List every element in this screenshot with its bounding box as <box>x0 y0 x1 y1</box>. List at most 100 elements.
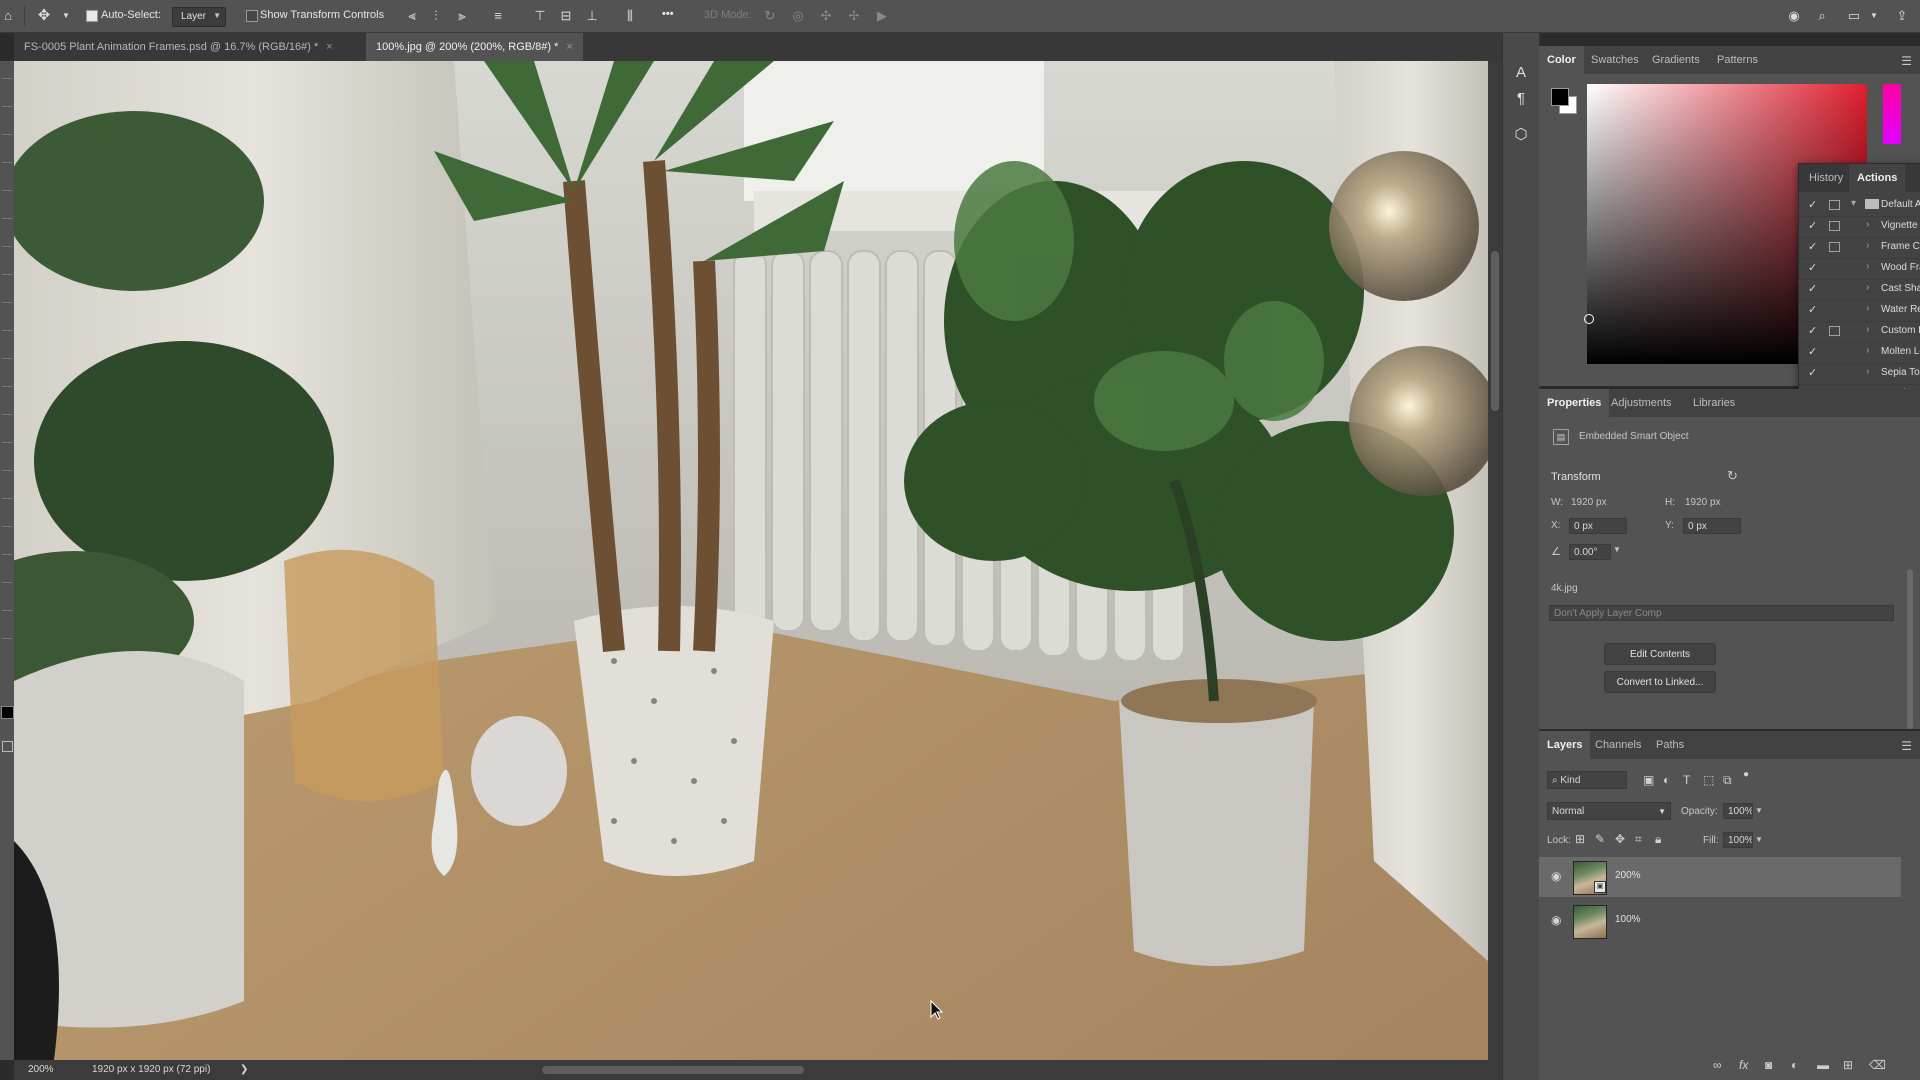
action-item[interactable]: ✓ › Molten Lead <box>1799 342 1920 364</box>
close-icon[interactable]: × <box>566 41 572 53</box>
tool-eyedropper[interactable] <box>2 237 12 247</box>
new-layer-icon[interactable]: ⊞ <box>1843 1058 1853 1072</box>
color-picker-handle[interactable] <box>1584 314 1594 324</box>
blend-mode-dropdown[interactable]: Normal ▼ <box>1547 802 1671 820</box>
tool-blur[interactable] <box>2 433 12 443</box>
filter-adjustment-icon[interactable]: ◐ <box>1663 773 1670 787</box>
distribute-vertical-icon[interactable]: ⫼ <box>622 8 638 24</box>
tool-type[interactable] <box>2 517 12 527</box>
trash-icon[interactable]: ⌫ <box>1869 1058 1886 1072</box>
adjustment-icon[interactable]: ◐ <box>1791 1058 1798 1072</box>
layer-row[interactable]: ◉ ▣ 200% <box>1539 857 1901 897</box>
workspace-icon[interactable]: ▭ <box>1846 8 1862 24</box>
tab-color[interactable]: Color <box>1539 46 1584 74</box>
tool-history-brush[interactable] <box>2 349 12 359</box>
opacity-field[interactable]: 100% <box>1723 803 1753 819</box>
action-enabled-check-icon[interactable]: ✓ <box>1808 303 1817 316</box>
tab-history[interactable]: History <box>1801 164 1851 192</box>
action-item[interactable]: ✓ › Sepia Toning (layer) <box>1799 363 1920 385</box>
action-enabled-check-icon[interactable]: ✓ <box>1808 324 1817 337</box>
layer-name[interactable]: 100% <box>1615 914 1641 925</box>
properties-scrollbar[interactable] <box>1907 569 1913 729</box>
chevron-down-icon[interactable]: ▼ <box>58 8 74 24</box>
action-item[interactable]: ✓ › Cast Shadow (type) <box>1799 279 1920 301</box>
share-icon[interactable]: ⇪ <box>1894 8 1910 24</box>
foreground-swatch[interactable] <box>1551 88 1569 106</box>
x-field[interactable]: 0 px <box>1569 518 1627 534</box>
action-enabled-check-icon[interactable]: ✓ <box>1808 240 1817 253</box>
scrollbar-thumb[interactable] <box>1491 251 1499 411</box>
3d-slide-icon[interactable]: ✢ <box>846 8 862 24</box>
show-transform-checkbox[interactable] <box>246 10 258 22</box>
link-icon[interactable]: ∞ <box>1713 1058 1722 1072</box>
action-item[interactable]: ✓ ▾ Default Actions <box>1799 195 1920 217</box>
filter-toggle-icon[interactable]: ● <box>1743 769 1749 780</box>
angle-field[interactable]: 0.00° <box>1569 544 1611 560</box>
layer-filter-dropdown[interactable]: ⌕ Kind <box>1547 771 1627 789</box>
action-enabled-check-icon[interactable]: ✓ <box>1808 198 1817 211</box>
align-middle-icon[interactable]: ⊟ <box>558 8 574 24</box>
filter-type-icon[interactable]: T <box>1683 773 1690 787</box>
tool-move[interactable] <box>2 69 12 79</box>
visibility-eye-icon[interactable]: ◉ <box>1551 913 1561 927</box>
lock-artboard-icon[interactable]: ⌗ <box>1635 832 1642 847</box>
zoom-level[interactable]: 200% <box>28 1064 54 1075</box>
foreground-color-swatch[interactable] <box>1 706 14 719</box>
learn-icon[interactable]: ◉ <box>1786 8 1802 24</box>
expand-chevron-icon[interactable]: › <box>1866 219 1869 230</box>
close-icon[interactable]: × <box>326 41 332 53</box>
panel-menu-icon[interactable]: ☰ <box>1901 54 1912 68</box>
tool-zoom[interactable] <box>2 629 12 639</box>
quick-mask-icon[interactable] <box>2 741 13 752</box>
expand-chevron-icon[interactable]: › <box>1866 240 1869 251</box>
tab-actions[interactable]: Actions <box>1849 164 1906 192</box>
action-item[interactable]: ✓ › Custom RGB to Grayscale <box>1799 321 1920 343</box>
tab-paths[interactable]: Paths <box>1648 731 1692 759</box>
align-bottom-icon[interactable]: ⊥ <box>584 8 600 24</box>
tab-plant-animation-frames[interactable]: FS-0005 Plant Animation Frames.psd @ 16.… <box>14 33 343 61</box>
tool-quick-select[interactable] <box>2 153 12 163</box>
tab-swatches[interactable]: Swatches <box>1583 46 1647 74</box>
tool-dodge[interactable] <box>2 461 12 471</box>
tool-gradient[interactable] <box>2 405 12 415</box>
align-right-icon[interactable]: ⫸ <box>454 8 470 24</box>
tool-hand[interactable] <box>2 601 12 611</box>
height-value[interactable]: 1920 px <box>1685 497 1721 508</box>
dialog-toggle-icon[interactable] <box>1829 221 1840 231</box>
expand-chevron-icon[interactable]: › <box>1866 282 1869 293</box>
vertical-scrollbar[interactable] <box>1488 61 1502 1060</box>
tab-100-jpg[interactable]: 100%.jpg @ 200% (200%, RGB/8#) * × <box>366 33 583 61</box>
expand-chevron-icon[interactable]: › <box>1866 261 1869 272</box>
lock-all-icon[interactable]: 🔒︎ <box>1655 832 1661 847</box>
fx-icon[interactable]: fx <box>1739 1058 1748 1072</box>
mask-icon[interactable]: ◙ <box>1765 1058 1772 1072</box>
search-icon[interactable]: ⌕ <box>1814 8 1830 24</box>
action-item[interactable]: ✓ › Vignette (selection) <box>1799 216 1920 238</box>
lock-pixels-icon[interactable]: ✎ <box>1595 832 1605 846</box>
paragraph-icon[interactable]: ¶ <box>1511 89 1531 109</box>
dialog-toggle-icon[interactable] <box>1829 242 1840 252</box>
width-value[interactable]: 1920 px <box>1571 497 1607 508</box>
horizontal-scrollbar-thumb[interactable] <box>542 1066 804 1074</box>
auto-select-checkbox[interactable] <box>86 10 98 22</box>
fill-field[interactable]: 100% <box>1723 832 1753 848</box>
expand-chevron-icon[interactable]: › <box>1866 303 1869 314</box>
chevron-down-icon[interactable]: ▼ <box>1866 8 1882 24</box>
tab-adjustments[interactable]: Adjustments <box>1603 389 1680 417</box>
character-icon[interactable]: A <box>1511 63 1531 83</box>
visibility-eye-icon[interactable]: ◉ <box>1551 869 1561 883</box>
layer-name[interactable]: 200% <box>1615 870 1641 881</box>
action-enabled-check-icon[interactable]: ✓ <box>1808 282 1817 295</box>
tab-channels[interactable]: Channels <box>1587 731 1649 759</box>
action-enabled-check-icon[interactable]: ✓ <box>1808 366 1817 379</box>
tool-lasso[interactable] <box>2 125 12 135</box>
tab-properties[interactable]: Properties <box>1539 389 1610 417</box>
action-enabled-check-icon[interactable]: ✓ <box>1808 219 1817 232</box>
chevron-down-icon[interactable]: ▼ <box>1755 806 1763 815</box>
expand-chevron-icon[interactable]: › <box>1866 324 1869 335</box>
filter-smart-object-icon[interactable]: ⧉ <box>1723 773 1732 788</box>
tool-marquee[interactable] <box>2 97 12 107</box>
tab-patterns[interactable]: Patterns <box>1709 46 1766 74</box>
document-canvas[interactable] <box>14 61 1488 1060</box>
layer-row[interactable]: ◉ 100% <box>1539 901 1901 941</box>
